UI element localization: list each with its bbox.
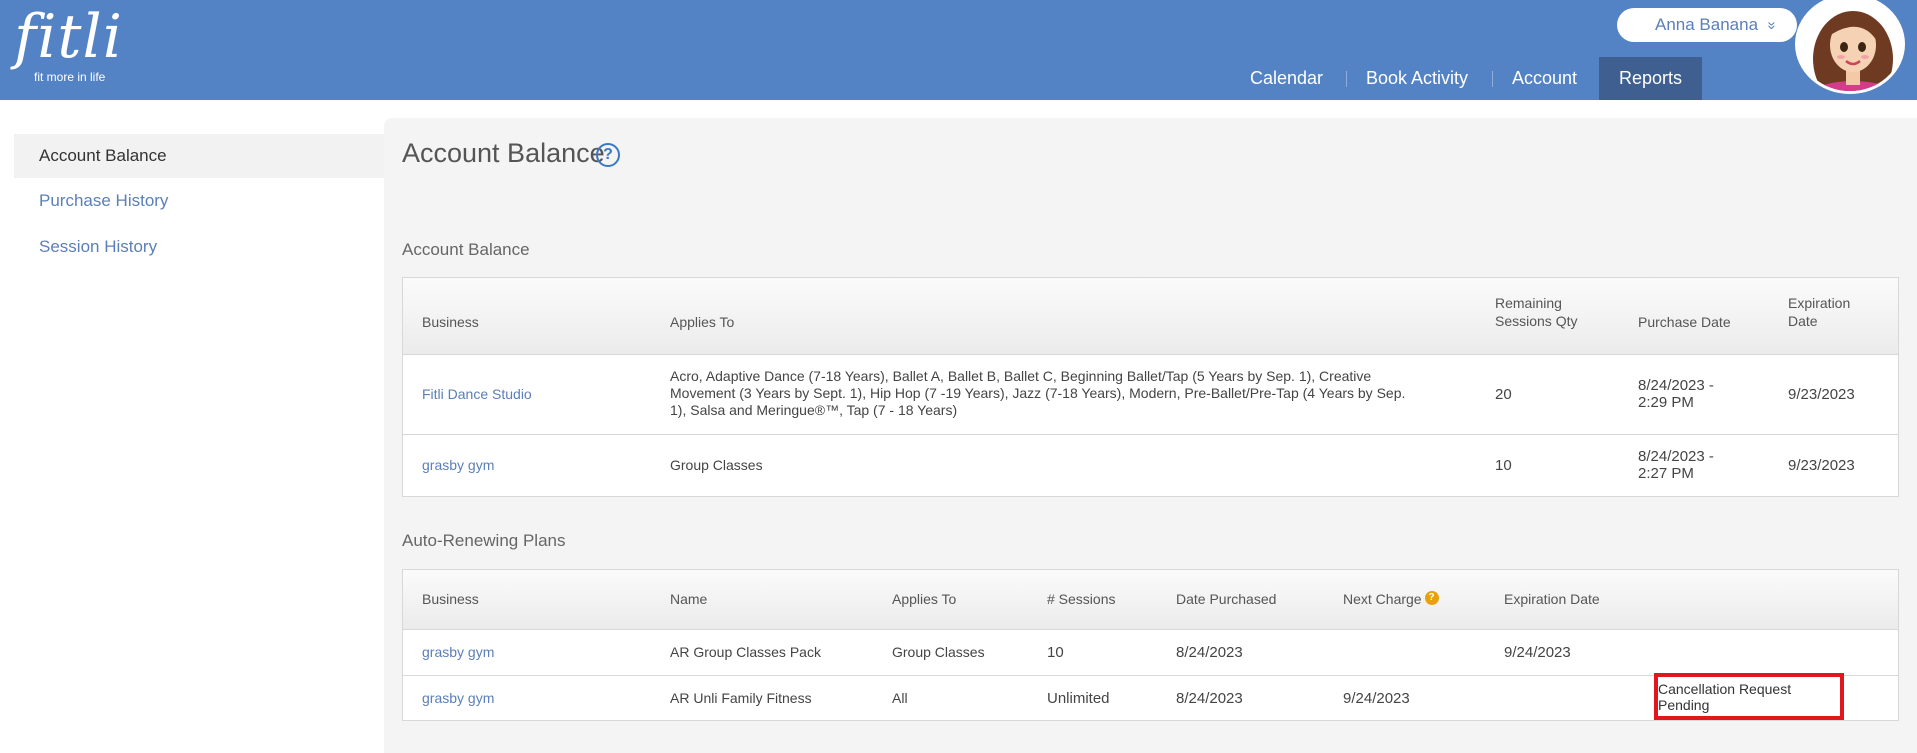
sidebar-item-account-balance[interactable]: Account Balance <box>14 134 384 178</box>
nav-divider <box>1346 71 1347 87</box>
business-link[interactable]: grasby gym <box>422 457 494 474</box>
help-icon[interactable]: ? <box>596 143 620 167</box>
table-header: Business Name Applies To # Sessions Date… <box>403 570 1898 630</box>
remaining-sessions: 10 <box>1495 457 1512 474</box>
purchase-date-line: 8/24/2023 - <box>1638 448 1714 465</box>
table-header: Business Applies To Remaining Sessions Q… <box>403 278 1898 355</box>
header-expiration-line1: Expiration <box>1788 295 1851 311</box>
sidebar-item-session-history[interactable]: Session History <box>14 225 384 269</box>
header-applies-to: Applies To <box>670 314 735 330</box>
expiration-date: 9/23/2023 <box>1788 457 1855 474</box>
plan-name: AR Unli Family Fitness <box>670 690 812 706</box>
purchase-time-line: 2:29 PM <box>1638 394 1694 411</box>
header-remaining-line1: Remaining <box>1495 295 1562 311</box>
applies-to-line: Acro, Adaptive Dance (7-18 Years), Balle… <box>670 368 1372 384</box>
purchase-date-line: 8/24/2023 - <box>1638 377 1714 394</box>
auto-renewing-plans-table: Business Name Applies To # Sessions Date… <box>402 569 1899 721</box>
sidebar-item-purchase-history[interactable]: Purchase History <box>14 179 384 223</box>
header-purchase-date: Purchase Date <box>1638 314 1731 330</box>
user-name: Anna Banana <box>1655 15 1759 34</box>
header-business: Business <box>422 314 479 330</box>
business-link[interactable]: grasby gym <box>422 690 494 707</box>
purchase-time-line: 2:27 PM <box>1638 465 1694 482</box>
section-title-auto-renewing-plans: Auto-Renewing Plans <box>402 531 566 550</box>
status-text: Cancellation Request Pending <box>1658 680 1792 713</box>
top-header: fitli fit more in life Anna Banana » Cal… <box>0 0 1917 100</box>
remaining-sessions: 20 <box>1495 386 1512 403</box>
business-link[interactable]: Fitli Dance Studio <box>422 386 532 403</box>
header-name: Name <box>670 591 708 607</box>
section-title-account-balance: Account Balance <box>402 240 530 259</box>
logo-tagline: fit more in life <box>34 70 106 84</box>
plan-applies-to: Group Classes <box>892 644 985 660</box>
applies-to-cell: Group Classes <box>670 457 763 473</box>
table-row: grasby gym AR Group Classes Pack Group C… <box>403 630 1898 676</box>
plan-date-purchased: 8/24/2023 <box>1176 644 1243 661</box>
header-business: Business <box>422 591 479 607</box>
plan-sessions: Unlimited <box>1047 690 1110 707</box>
page-title: Account Balance <box>402 138 605 168</box>
user-menu-button[interactable]: Anna Banana » <box>1617 8 1797 42</box>
header-remaining-sessions: Remaining Sessions Qty <box>1495 295 1577 330</box>
plan-date-purchased: 8/24/2023 <box>1176 690 1243 707</box>
purchase-date-cell: 8/24/2023 - 2:29 PM <box>1638 377 1714 411</box>
header-next-charge-label: Next Charge <box>1343 591 1422 607</box>
logo-wordmark: fitli <box>14 2 123 72</box>
table-row: grasby gym Group Classes 10 8/24/2023 - … <box>403 435 1898 497</box>
purchase-date-cell: 8/24/2023 - 2:27 PM <box>1638 448 1714 482</box>
header-expiration-line2: Date <box>1788 313 1818 329</box>
plan-name: AR Group Classes Pack <box>670 644 821 660</box>
applies-to-line: 1), Salsa and Meringue®™, Tap (7 - 18 Ye… <box>670 402 958 418</box>
business-link[interactable]: grasby gym <box>422 644 494 661</box>
table-row: grasby gym AR Unli Family Fitness All Un… <box>403 673 1898 721</box>
nav-divider <box>1492 71 1493 87</box>
plan-applies-to: All <box>892 690 908 706</box>
header-remaining-line2: Sessions Qty <box>1495 313 1578 329</box>
nav-reports[interactable]: Reports <box>1599 57 1702 100</box>
header-date-purchased: Date Purchased <box>1176 591 1277 607</box>
header-next-charge: Next Charge? <box>1343 591 1439 608</box>
applies-to-line: Movement (3 Years by Sept. 1), Hip Hop (… <box>670 385 1406 401</box>
fitli-logo[interactable]: fitli fit more in life <box>14 2 123 84</box>
table-row: Fitli Dance Studio Acro, Adaptive Dance … <box>403 355 1898 435</box>
plan-sessions: 10 <box>1047 644 1064 661</box>
avatar[interactable] <box>1795 0 1905 94</box>
next-charge-help-icon[interactable]: ? <box>1424 591 1439 605</box>
plan-expiration-date: 9/24/2023 <box>1504 644 1571 661</box>
plan-next-charge: 9/24/2023 <box>1343 690 1410 707</box>
nav-book-activity[interactable]: Book Activity <box>1366 57 1468 100</box>
header-expiration-date: Expiration Date <box>1504 591 1600 607</box>
header-sessions: # Sessions <box>1047 591 1116 607</box>
header-expiration-date: Expiration Date <box>1788 295 1850 330</box>
chevron-down-icon: » <box>1763 20 1781 30</box>
header-applies-to: Applies To <box>892 591 957 607</box>
account-balance-table: Business Applies To Remaining Sessions Q… <box>402 277 1899 497</box>
nav-account[interactable]: Account <box>1512 57 1577 100</box>
expiration-date: 9/23/2023 <box>1788 386 1855 403</box>
status-badge: Cancellation Request Pending <box>1654 673 1844 720</box>
nav-calendar[interactable]: Calendar <box>1250 57 1323 100</box>
applies-to-cell: Acro, Adaptive Dance (7-18 Years), Balle… <box>670 368 1480 419</box>
